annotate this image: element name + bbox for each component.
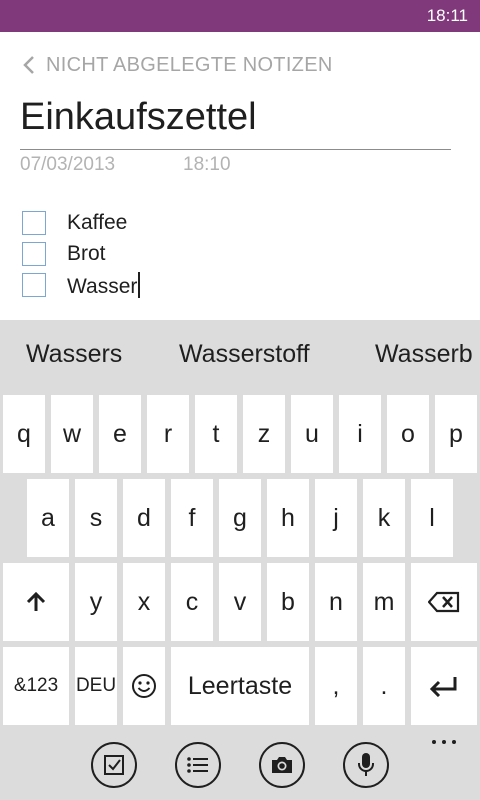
shift-icon: [26, 591, 46, 611]
note-time: 18:10: [183, 154, 231, 175]
comma-key[interactable]: ,: [315, 647, 357, 725]
key-g[interactable]: g: [219, 479, 261, 557]
key-v[interactable]: v: [219, 563, 261, 641]
bullet-list-icon: [187, 757, 208, 773]
key-h[interactable]: h: [267, 479, 309, 557]
chevron-left-icon: [23, 56, 34, 74]
checklist-item[interactable]: Brot: [22, 241, 106, 267]
bullet-list-button[interactable]: [175, 742, 221, 788]
key-s[interactable]: s: [75, 479, 117, 557]
suggestion-bar: Wassers Wasserstoff Wasserb: [0, 320, 480, 392]
backspace-icon: [428, 591, 460, 613]
status-time: 18:11: [426, 6, 468, 25]
checklist-button[interactable]: [91, 742, 137, 788]
suggestion[interactable]: Wasserb: [375, 340, 473, 369]
text-cursor: [138, 271, 140, 298]
checklist-item-text[interactable]: Wasser: [67, 275, 137, 298]
more-dot: [452, 740, 456, 744]
title-divider: [20, 149, 451, 150]
checklist-icon: [104, 755, 124, 775]
key-z[interactable]: z: [243, 395, 285, 473]
key-t[interactable]: t: [195, 395, 237, 473]
suggestion[interactable]: Wassers: [26, 340, 122, 369]
more-icon[interactable]: [432, 740, 456, 744]
emoji-icon: [132, 674, 156, 698]
checklist-item[interactable]: Kaffee: [22, 210, 127, 236]
key-w[interactable]: w: [51, 395, 93, 473]
enter-key[interactable]: [411, 647, 477, 725]
key-i[interactable]: i: [339, 395, 381, 473]
checklist-item[interactable]: Wasser: [22, 271, 140, 299]
symbols-key[interactable]: &123: [3, 647, 69, 725]
key-y[interactable]: y: [75, 563, 117, 641]
more-dot: [432, 740, 436, 744]
space-key[interactable]: Leertaste: [171, 647, 309, 725]
checklist-item-text[interactable]: Brot: [67, 242, 106, 266]
checklist-item-text-active[interactable]: Wasser: [67, 271, 140, 299]
note-title[interactable]: Einkaufszettel: [20, 96, 257, 139]
key-a[interactable]: a: [27, 479, 69, 557]
back-link[interactable]: NICHT ABGELEGTE NOTIZEN: [22, 52, 333, 78]
key-e[interactable]: e: [99, 395, 141, 473]
more-dot: [442, 740, 446, 744]
key-f[interactable]: f: [171, 479, 213, 557]
app-bar: [0, 728, 480, 800]
key-b[interactable]: b: [267, 563, 309, 641]
key-j[interactable]: j: [315, 479, 357, 557]
shift-key[interactable]: [3, 563, 69, 641]
note-date: 07/03/2013: [20, 154, 116, 175]
camera-icon: [272, 757, 292, 773]
key-q[interactable]: q: [3, 395, 45, 473]
key-m[interactable]: m: [363, 563, 405, 641]
key-c[interactable]: c: [171, 563, 213, 641]
emoji-key[interactable]: [123, 647, 165, 725]
checklist-item-text[interactable]: Kaffee: [67, 211, 127, 235]
checkbox[interactable]: [22, 242, 46, 266]
checkbox[interactable]: [22, 211, 46, 235]
enter-icon: [429, 677, 457, 697]
key-l[interactable]: l: [411, 479, 453, 557]
key-k[interactable]: k: [363, 479, 405, 557]
camera-button[interactable]: [259, 742, 305, 788]
status-bar: 18:11: [0, 0, 480, 32]
key-o[interactable]: o: [387, 395, 429, 473]
suggestion[interactable]: Wasserstoff: [179, 340, 310, 369]
back-link-label: NICHT ABGELEGTE NOTIZEN: [46, 53, 333, 76]
microphone-icon: [358, 753, 374, 776]
key-p[interactable]: p: [435, 395, 477, 473]
backspace-key[interactable]: [411, 563, 477, 641]
key-r[interactable]: r: [147, 395, 189, 473]
language-key[interactable]: DEU: [75, 647, 117, 725]
checkbox[interactable]: [22, 273, 46, 297]
microphone-button[interactable]: [343, 742, 389, 788]
period-key[interactable]: .: [363, 647, 405, 725]
key-n[interactable]: n: [315, 563, 357, 641]
key-u[interactable]: u: [291, 395, 333, 473]
key-d[interactable]: d: [123, 479, 165, 557]
key-x[interactable]: x: [123, 563, 165, 641]
